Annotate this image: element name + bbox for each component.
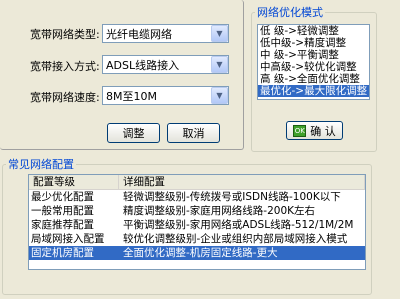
list-item[interactable]: 低中级->精度调整: [258, 37, 369, 49]
network-type-select[interactable]: 光纤电缆网络 ▼: [102, 24, 229, 43]
access-method-value: ADSL线路接入: [106, 58, 180, 72]
cell-level: 固定机房配置: [31, 247, 94, 259]
list-item[interactable]: 低 级->轻微调整: [258, 25, 369, 37]
config-table: 配置等级 详细配置 最少优化配置 轻微调整级别-传统拨号或ISDN线路-100K…: [28, 174, 366, 270]
access-method-select[interactable]: ADSL线路接入 ▼: [102, 55, 229, 74]
cell-level: 局域网接入配置: [31, 233, 105, 245]
chevron-down-icon[interactable]: ▼: [211, 87, 228, 104]
list-item[interactable]: 最优化->最大限化调整: [258, 85, 369, 97]
table-row[interactable]: 固定机房配置 全面优化调整-机房固定线路-更大: [29, 246, 365, 260]
optimize-group-title: 网络优化模式: [255, 4, 325, 20]
cell-detail: 轻微调整级别-传统拨号或ISDN线路-100K以下: [123, 191, 341, 203]
network-speed-label: 宽带网络速度:: [30, 91, 100, 104]
cell-detail: 全面优化调整-机房固定线路-更大: [123, 247, 278, 259]
chevron-down-icon[interactable]: ▼: [211, 25, 228, 42]
confirm-button[interactable]: OK 确 认: [286, 121, 343, 140]
table-row[interactable]: 最少优化配置 轻微调整级别-传统拨号或ISDN线路-100K以下: [29, 190, 365, 204]
network-speed-select[interactable]: 8M至10M ▼: [102, 86, 229, 105]
chevron-down-icon[interactable]: ▼: [211, 56, 228, 73]
list-item[interactable]: 中高级->较优化调整: [258, 61, 369, 73]
table-header: 配置等级 详细配置: [29, 175, 365, 190]
list-item[interactable]: 高 级->全面优化调整: [258, 73, 369, 85]
cell-level: 家庭推荐配置: [31, 219, 94, 231]
list-item[interactable]: 中 级->平衡调整: [258, 49, 369, 61]
cell-level: 一般常用配置: [31, 205, 94, 217]
ok-icon: OK: [293, 124, 307, 137]
adjust-button[interactable]: 调整: [107, 123, 160, 143]
cancel-button[interactable]: 取消: [167, 123, 220, 143]
network-type-label: 宽带网络类型:: [30, 28, 100, 41]
confirm-label: 确 认: [310, 124, 336, 138]
cell-detail: 精度调整级别-家庭用网络线路-200K左右: [123, 205, 316, 217]
cell-detail: 较优化调整级别-企业或组织内部局域网接入模式: [123, 233, 348, 245]
table-row[interactable]: 一般常用配置 精度调整级别-家庭用网络线路-200K左右: [29, 204, 365, 218]
cell-level: 最少优化配置: [31, 191, 94, 203]
column-header-detail[interactable]: 详细配置: [119, 175, 365, 189]
column-header-level[interactable]: 配置等级: [29, 175, 119, 189]
optimize-mode-list[interactable]: 低 级->轻微调整 低中级->精度调整 中 级->平衡调整 中高级->较优化调整…: [257, 24, 370, 100]
common-config-title: 常见网络配置: [6, 156, 76, 172]
table-row[interactable]: 家庭推荐配置 平衡调整级别-家用网络或ADSL线路-512/1M/2M: [29, 218, 365, 232]
network-type-value: 光纤电缆网络: [106, 27, 172, 41]
cell-detail: 平衡调整级别-家用网络或ADSL线路-512/1M/2M: [123, 219, 354, 231]
access-method-label: 宽带接入方式:: [30, 60, 100, 73]
table-row[interactable]: 局域网接入配置 较优化调整级别-企业或组织内部局域网接入模式: [29, 232, 365, 246]
network-speed-value: 8M至10M: [106, 89, 157, 103]
